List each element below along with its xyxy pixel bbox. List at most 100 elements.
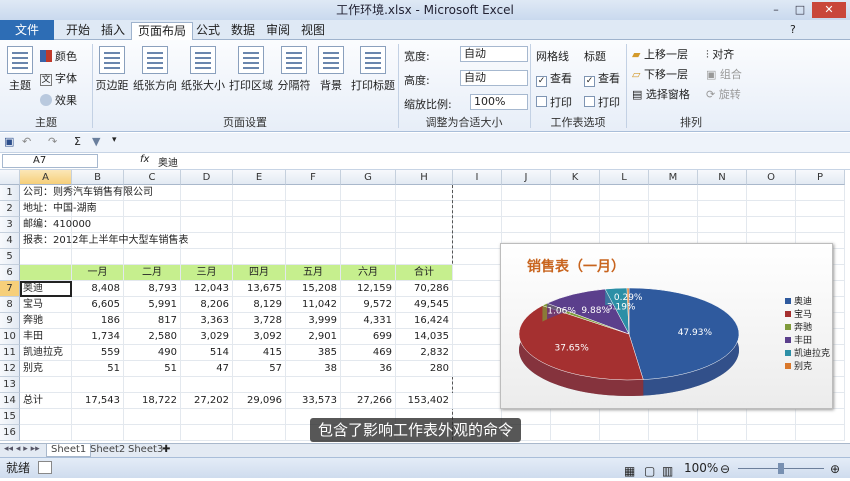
grid-cell[interactable] — [551, 185, 600, 201]
grid-cell[interactable] — [396, 217, 453, 233]
background-button[interactable]: 背景 — [314, 46, 348, 93]
undo-icon[interactable]: ↶ — [22, 135, 31, 148]
cell[interactable]: 邮编：410000 — [20, 217, 341, 233]
grid-cell[interactable] — [649, 217, 698, 233]
cell[interactable]: 地址：中国-湖南 — [20, 201, 341, 217]
cell[interactable]: 报表：2012年上半年中大型车销售表 — [20, 233, 341, 249]
grid-cell[interactable] — [124, 249, 181, 265]
grid-cell[interactable] — [698, 185, 747, 201]
grid-cell[interactable] — [233, 249, 286, 265]
cell[interactable]: 六月 — [341, 265, 396, 281]
grid-cell[interactable] — [502, 217, 551, 233]
grid-cell[interactable] — [796, 185, 845, 201]
cell[interactable]: 2,901 — [286, 329, 341, 345]
grid-cell[interactable] — [286, 249, 341, 265]
cell[interactable]: 3,728 — [233, 313, 286, 329]
cell[interactable]: 817 — [124, 313, 181, 329]
grid-cell[interactable] — [72, 409, 124, 425]
macro-record-icon[interactable] — [38, 461, 52, 474]
tab-page-layout[interactable]: 页面布局 — [131, 22, 194, 40]
cell[interactable]: 699 — [341, 329, 396, 345]
pie-chart[interactable]: 销售表（一月） 47.93% 37.65% 1.06% 9.88% 3.19% 0.29%… — [500, 243, 833, 409]
grid-cell[interactable] — [747, 185, 796, 201]
cell[interactable]: 559 — [72, 345, 124, 361]
align-button[interactable]: ⫶ 对齐 — [706, 46, 734, 62]
cell[interactable]: 415 — [233, 345, 286, 361]
column-header[interactable]: I — [453, 170, 502, 185]
row-header[interactable]: 14 — [0, 393, 20, 409]
grid-cell[interactable] — [551, 425, 600, 441]
column-header[interactable]: N — [698, 170, 747, 185]
formula-input[interactable]: 奥迪 — [158, 154, 178, 169]
page-break-view-icon[interactable]: ▥ — [662, 461, 673, 481]
grid-cell[interactable] — [72, 249, 124, 265]
grid-cell[interactable] — [181, 425, 233, 441]
select-all-corner[interactable] — [0, 170, 20, 185]
row-header[interactable]: 8 — [0, 297, 20, 313]
cell[interactable]: 三月 — [181, 265, 233, 281]
grid-cell[interactable] — [453, 233, 502, 249]
cell[interactable]: 1,734 — [72, 329, 124, 345]
tab-view[interactable]: 视图 — [295, 22, 331, 40]
grid-cell[interactable] — [600, 425, 649, 441]
grid-cell[interactable] — [453, 377, 502, 393]
cell[interactable]: 12,043 — [181, 281, 233, 297]
grid-cell[interactable] — [396, 377, 453, 393]
grid-cell[interactable] — [233, 425, 286, 441]
row-header[interactable]: 16 — [0, 425, 20, 441]
cell[interactable]: 490 — [124, 345, 181, 361]
headings-print-checkbox[interactable]: 打印 — [584, 94, 620, 110]
grid-cell[interactable] — [396, 249, 453, 265]
cell[interactable]: 3,999 — [286, 313, 341, 329]
column-header[interactable]: H — [396, 170, 453, 185]
cell[interactable]: 合计 — [396, 265, 453, 281]
minimize-icon[interactable]: – — [766, 2, 786, 18]
cell[interactable]: 五月 — [286, 265, 341, 281]
cell[interactable] — [20, 265, 72, 281]
grid-cell[interactable] — [796, 217, 845, 233]
grid-cell[interactable] — [20, 425, 72, 441]
grid-cell[interactable] — [698, 217, 747, 233]
width-select[interactable]: 自动 — [460, 46, 528, 62]
column-header[interactable]: E — [233, 170, 286, 185]
bring-forward-button[interactable]: ▰ 上移一层 — [632, 46, 688, 62]
grid-cell[interactable] — [453, 345, 502, 361]
page-layout-view-icon[interactable]: ▢ — [644, 461, 655, 481]
cell[interactable]: 8,408 — [72, 281, 124, 297]
tab-formulas[interactable]: 公式 — [190, 22, 226, 40]
zoom-slider-thumb[interactable] — [778, 463, 784, 474]
help-icon[interactable]: ? — [790, 23, 796, 36]
grid-cell[interactable] — [396, 185, 453, 201]
cell[interactable]: 8,793 — [124, 281, 181, 297]
grid-cell[interactable] — [649, 185, 698, 201]
cell[interactable]: 153,402 — [396, 393, 453, 409]
cell[interactable]: 38 — [286, 361, 341, 377]
cell[interactable]: 17,543 — [72, 393, 124, 409]
grid-cell[interactable] — [453, 249, 502, 265]
cell[interactable]: 29,096 — [233, 393, 286, 409]
row-header[interactable]: 4 — [0, 233, 20, 249]
selection-pane-button[interactable]: ▤ 选择窗格 — [632, 86, 690, 102]
grid-cell[interactable] — [698, 409, 747, 425]
cell[interactable]: 6,605 — [72, 297, 124, 313]
grid-cell[interactable] — [20, 409, 72, 425]
row-header[interactable]: 12 — [0, 361, 20, 377]
name-box[interactable]: A7 — [2, 154, 98, 168]
tab-file[interactable]: 文件 — [0, 20, 54, 40]
cell[interactable]: 3,363 — [181, 313, 233, 329]
cell[interactable]: 8,206 — [181, 297, 233, 313]
gridlines-view-checkbox[interactable]: ✓ 查看 — [536, 70, 572, 87]
grid-cell[interactable] — [181, 249, 233, 265]
grid-cell[interactable] — [453, 313, 502, 329]
cell[interactable]: 11,042 — [286, 297, 341, 313]
cell[interactable]: 8,129 — [233, 297, 286, 313]
column-header[interactable]: O — [747, 170, 796, 185]
grid-cell[interactable] — [341, 249, 396, 265]
grid-cell[interactable] — [453, 361, 502, 377]
cell[interactable]: 别克 — [20, 361, 72, 377]
grid-cell[interactable] — [649, 409, 698, 425]
cell[interactable]: 13,675 — [233, 281, 286, 297]
row-header[interactable]: 15 — [0, 409, 20, 425]
grid-cell[interactable] — [341, 377, 396, 393]
grid-cell[interactable] — [396, 201, 453, 217]
